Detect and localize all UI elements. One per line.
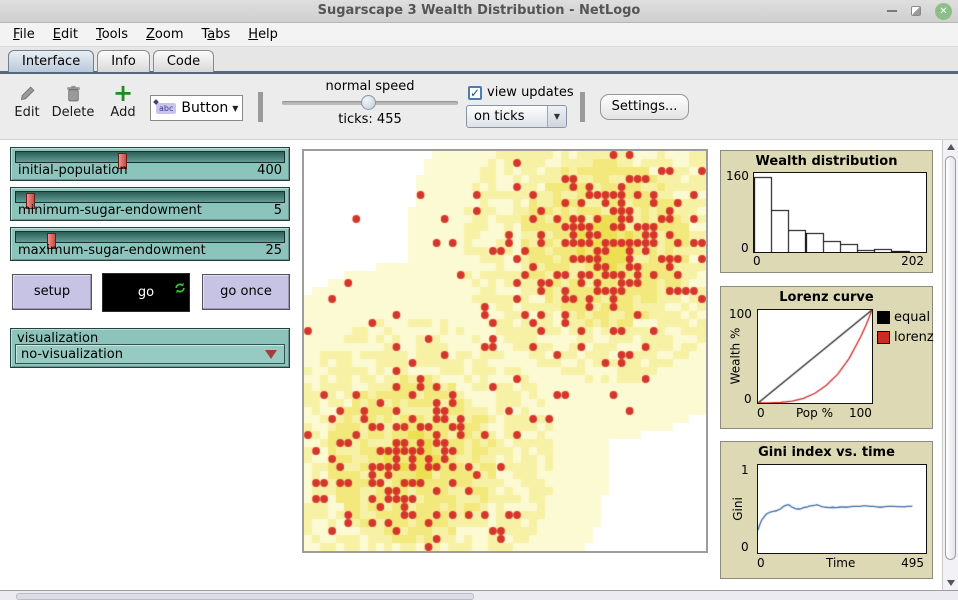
- update-mode-dropdown[interactable]: on ticks ▼: [466, 105, 567, 128]
- wealth-distribution-plot: Wealth distribution 160 0 0 202: [720, 150, 933, 273]
- menu-tabs[interactable]: Tabs: [192, 27, 239, 42]
- scrollbar-thumb[interactable]: [945, 156, 956, 560]
- menu-help[interactable]: Help: [239, 27, 287, 42]
- button-widget-icon: abc: [156, 103, 176, 114]
- world-view-canvas: [304, 151, 706, 551]
- go-button[interactable]: go: [102, 273, 190, 312]
- toolbar-separator: [258, 92, 263, 122]
- close-icon[interactable]: ✕: [935, 3, 952, 20]
- menu-file[interactable]: File: [4, 27, 44, 42]
- speed-label: normal speed: [278, 79, 462, 94]
- interface-canvas: initial-population400 minimum-sugar-endo…: [0, 140, 958, 590]
- menu-zoom[interactable]: Zoom: [137, 27, 192, 42]
- tab-row: Interface Info Code: [0, 47, 958, 71]
- chooser-dropdown-icon: [265, 350, 277, 359]
- netlogo-window: Sugarscape 3 Wealth Distribution - NetLo…: [0, 0, 958, 600]
- maximize-icon[interactable]: [911, 6, 921, 16]
- gini-index-plot: Gini index vs. time 1 0 Gini 0 Time 495: [720, 441, 933, 579]
- scroll-up-icon[interactable]: [943, 140, 958, 154]
- world-view: [302, 149, 708, 553]
- go-once-button[interactable]: go once: [202, 274, 290, 310]
- vertical-scrollbar[interactable]: [942, 140, 958, 590]
- legend-swatch: [877, 331, 890, 344]
- speed-control: normal speed ticks: 455: [278, 79, 462, 127]
- menu-edit[interactable]: Edit: [44, 27, 87, 42]
- plot-title: Lorenz curve: [721, 287, 932, 305]
- plot-title: Wealth distribution: [721, 151, 932, 169]
- slider-maximum-sugar-endowment[interactable]: maximum-sugar-endowment25: [10, 227, 290, 261]
- chevron-down-icon: ▼: [232, 104, 238, 113]
- legend-item-lorenz: lorenz: [877, 330, 934, 345]
- forever-icon: [174, 272, 186, 309]
- visualization-chooser[interactable]: visualization no-visualization: [10, 328, 290, 368]
- speed-slider[interactable]: [282, 101, 458, 105]
- tab-code[interactable]: Code: [153, 50, 214, 72]
- chooser-value-box[interactable]: no-visualization: [15, 344, 285, 364]
- tab-info[interactable]: Info: [97, 50, 150, 72]
- menu-bar: File Edit Tools Zoom Tabs Help: [0, 23, 958, 47]
- lorenz-curve-plot: Lorenz curve 100 0 Wealth % 0 Pop % 100 …: [720, 286, 933, 429]
- slider-track[interactable]: [15, 231, 285, 243]
- slider-track[interactable]: [15, 191, 285, 203]
- slider-minimum-sugar-endowment[interactable]: minimum-sugar-endowment5: [10, 187, 290, 221]
- scroll-down-icon[interactable]: [943, 576, 958, 590]
- widget-type-dropdown[interactable]: abc Button ▼: [150, 95, 243, 121]
- trash-icon: [50, 82, 96, 104]
- speed-slider-thumb[interactable]: [361, 95, 376, 110]
- slider-initial-population[interactable]: initial-population400: [10, 147, 290, 181]
- view-updates-label: view updates: [487, 85, 574, 100]
- edit-tool-button[interactable]: Edit: [8, 82, 46, 120]
- chevron-down-icon: ▼: [547, 106, 566, 127]
- add-tool-button[interactable]: + Add: [104, 82, 142, 120]
- setup-button[interactable]: setup: [12, 274, 92, 310]
- plot-title: Gini index vs. time: [721, 442, 932, 460]
- delete-tool-button[interactable]: Delete: [50, 82, 96, 120]
- menu-tools[interactable]: Tools: [87, 27, 137, 42]
- ticks-counter: ticks: 455: [278, 112, 462, 127]
- horizontal-scrollbar[interactable]: [0, 590, 958, 600]
- scrollbar-thumb[interactable]: [16, 593, 474, 600]
- toolbar: Edit Delete + Add abc Button ▼ normal sp…: [0, 74, 958, 140]
- toolbar-separator: [580, 92, 585, 122]
- view-updates-checkbox[interactable]: ✓: [468, 86, 482, 100]
- pencil-icon: [8, 82, 46, 104]
- title-bar: Sugarscape 3 Wealth Distribution - NetLo…: [0, 0, 958, 23]
- window-title: Sugarscape 3 Wealth Distribution - NetLo…: [0, 0, 958, 22]
- tab-interface[interactable]: Interface: [8, 50, 94, 72]
- legend-item-equal: equal: [877, 310, 930, 325]
- minimize-icon[interactable]: [887, 10, 897, 12]
- slider-track[interactable]: [15, 151, 285, 163]
- legend-swatch: [877, 311, 890, 324]
- settings-button[interactable]: Settings...: [600, 94, 689, 120]
- plus-icon: +: [104, 82, 142, 104]
